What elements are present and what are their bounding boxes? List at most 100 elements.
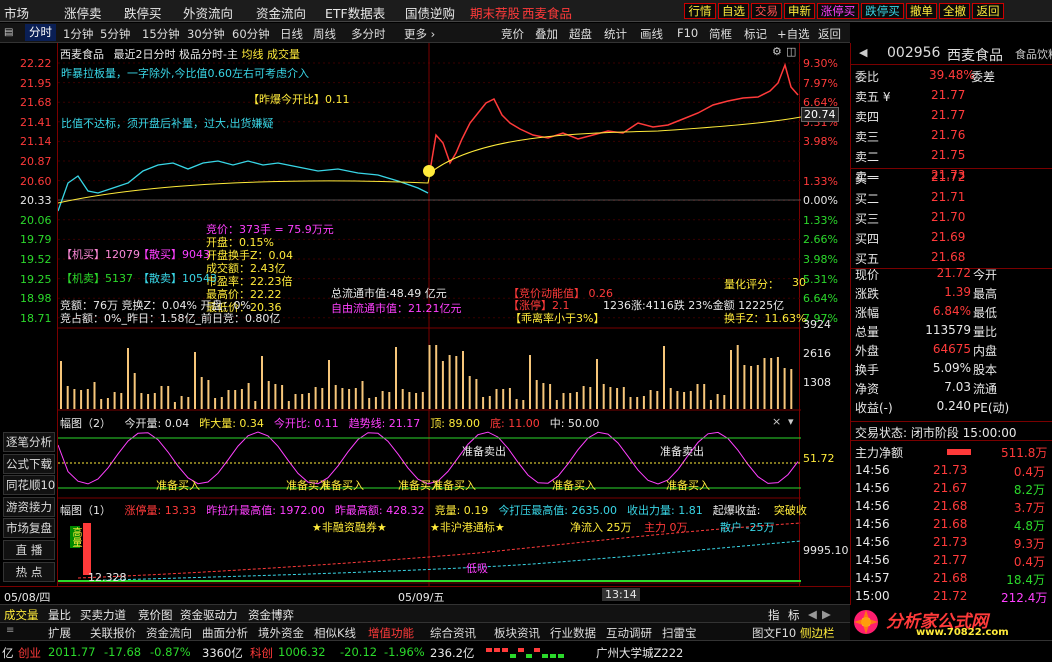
function-tab-4[interactable]: 境外资金 (258, 625, 304, 641)
volume-bar (743, 365, 746, 409)
toolbar-button-4[interactable]: 涨停买 (817, 3, 859, 19)
menu-item-5[interactable]: ETF数据表 (325, 3, 385, 22)
tab-9[interactable]: 更多 › (404, 26, 435, 42)
ask-price-2[interactable]: 21.76 (931, 128, 965, 142)
promo-link-2[interactable]: 西麦食品 (522, 3, 572, 22)
left-nav-item-4[interactable]: 市场复盘 (3, 518, 55, 539)
tab-0[interactable]: 分时 (25, 24, 56, 41)
bid-price-2[interactable]: 21.70 (931, 210, 965, 224)
tab-3[interactable]: 15分钟 (142, 26, 180, 42)
tab-prev-icon[interactable]: ◀ (808, 607, 817, 621)
toolbar-button-8[interactable]: 返回 (972, 3, 1004, 19)
left-axis-label-7: 20.33 (20, 194, 52, 208)
ind1-item-2: 今开比: 0.11 (273, 417, 339, 430)
function-tab-0[interactable]: 扩展 (48, 625, 71, 641)
tab-right-1[interactable]: 叠加 (535, 26, 558, 42)
ask-price-0[interactable]: 21.77 (931, 88, 965, 102)
settings-gear-icon[interactable]: ⚙ (772, 45, 782, 58)
ask-price-1[interactable]: 21.77 (931, 108, 965, 122)
function-tab-1[interactable]: 关联报价 (90, 625, 136, 641)
bid-price-3[interactable]: 21.69 (931, 230, 965, 244)
left-nav-item-6[interactable]: 热 点 (3, 561, 55, 582)
menu-item-4[interactable]: 资金流向 (256, 3, 306, 22)
function-tab-9[interactable]: 行业数据 (550, 625, 596, 641)
function-tab-11[interactable]: 扫雷宝 (662, 625, 697, 641)
news-ticker[interactable]: 广州大学城Z222 (596, 645, 683, 661)
toolbar-button-7[interactable]: 全撤 (939, 3, 970, 19)
tab-1[interactable]: 1分钟 (63, 26, 93, 42)
function-tab-7[interactable]: 综合资讯 (430, 625, 476, 641)
bottom-tab-5[interactable]: 资金博弈 (248, 607, 294, 623)
toolbar-button-2[interactable]: 交易 (751, 3, 782, 19)
left-nav-item-5[interactable]: 直 播 (3, 540, 55, 560)
tab-5[interactable]: 60分钟 (232, 26, 270, 42)
tab-2[interactable]: 5分钟 (100, 26, 130, 42)
collapse-icon[interactable]: ▤ (4, 27, 13, 38)
note-ratio-warning: 比值不达标，须开盘后补量，过大,出货嫌疑 (61, 117, 274, 130)
tab-indicator-1[interactable]: 指 (768, 607, 780, 623)
menu-item-3[interactable]: 外资流向 (183, 3, 233, 22)
menu-item-2[interactable]: 跌停买 (124, 3, 162, 22)
tab-right-7[interactable]: 标记 (744, 26, 767, 42)
tab-right-6[interactable]: 简框 (709, 26, 732, 42)
stat-label-0: 现价 (855, 268, 880, 282)
tab-7[interactable]: 周线 (313, 26, 336, 42)
tab-indicator-2[interactable]: 标 (788, 607, 800, 623)
bottom-tab-1[interactable]: 量比 (48, 607, 71, 623)
tab-right-0[interactable]: 竞价 (501, 26, 524, 42)
left-nav-item-0[interactable]: 逐笔分析 (3, 432, 55, 452)
toolbar-button-3[interactable]: 申新 (784, 3, 815, 19)
function-tab-6[interactable]: 增值功能 (368, 625, 414, 641)
ind1-close-icon[interactable]: × (772, 415, 781, 428)
ask-price-3[interactable]: 21.75 (931, 148, 965, 162)
tab-6[interactable]: 日线 (280, 26, 303, 42)
function-tab-12[interactable]: 图文F10 (752, 625, 796, 641)
right-axis-label-11: 5.31% (803, 272, 838, 286)
bottom-tab-4[interactable]: 资金驱动力 (180, 607, 238, 623)
tab-right-8[interactable]: +自选 (777, 26, 810, 42)
index-star-name[interactable]: 科创 (250, 645, 273, 661)
left-axis-label-8: 20.06 (20, 213, 52, 227)
index-star-pct: -1.96% (384, 645, 425, 659)
bottom-tab-0[interactable]: 成交量 (4, 607, 39, 623)
bid-label-3: 买四 (855, 232, 880, 246)
menu-item-6[interactable]: 国债逆购 (405, 3, 455, 22)
tab-right-9[interactable]: 返回 (818, 26, 841, 42)
bottom-tab-3[interactable]: 竞价图 (138, 607, 173, 623)
tab-right-4[interactable]: 画线 (640, 26, 663, 42)
function-tab-10[interactable]: 互动调研 (606, 625, 652, 641)
tab-8[interactable]: 多分时 (351, 26, 386, 42)
bid-price-4[interactable]: 21.68 (931, 250, 965, 264)
volume-bar (361, 381, 364, 409)
tab-right-3[interactable]: 统计 (604, 26, 627, 42)
back-arrow-icon[interactable]: ◀ (859, 46, 867, 59)
function-tab-3[interactable]: 曲面分析 (202, 625, 248, 641)
menu-item-1[interactable]: 涨停卖 (64, 3, 102, 22)
menu-icon[interactable]: ≡ (6, 625, 14, 636)
toolbar-button-1[interactable]: 自选 (718, 3, 749, 19)
tab-next-icon[interactable]: ▶ (822, 607, 831, 621)
tab-4[interactable]: 30分钟 (187, 26, 225, 42)
toolbar-button-6[interactable]: 撤单 (906, 3, 937, 19)
function-tab-2[interactable]: 资金流向 (146, 625, 192, 641)
left-nav-item-1[interactable]: 公式下载 (3, 453, 55, 474)
function-tab-5[interactable]: 相似K线 (314, 625, 356, 641)
left-nav-item-2[interactable]: 同花顺10 (3, 475, 55, 496)
toolbar-button-5[interactable]: 跌停买 (861, 3, 904, 19)
stat-value-7: 0.240 (936, 399, 971, 413)
bid-price-1[interactable]: 21.71 (931, 190, 965, 204)
left-nav-item-3[interactable]: 游资接力 (3, 496, 55, 517)
function-tab-8[interactable]: 板块资讯 (494, 625, 540, 641)
bid-price-0[interactable]: 21.72 (931, 170, 965, 184)
ind1-menu-icon[interactable]: ▾ (788, 415, 794, 428)
promo-link-1[interactable]: 期末荐股 (470, 3, 520, 22)
index-chinext-name[interactable]: 创业 (18, 645, 41, 661)
toolbar-button-0[interactable]: 行情 (684, 3, 716, 19)
tab-right-5[interactable]: F10 (677, 26, 698, 40)
bottom-tab-2[interactable]: 买卖力道 (80, 607, 126, 623)
function-tab-13[interactable]: 侧边栏 (800, 625, 835, 641)
expand-icon[interactable]: ◫ (786, 45, 796, 58)
menu-item-0[interactable]: 市场 (4, 3, 29, 22)
sector-tag[interactable]: 食品饮料 (1015, 46, 1052, 62)
tab-right-2[interactable]: 超盘 (569, 26, 592, 42)
